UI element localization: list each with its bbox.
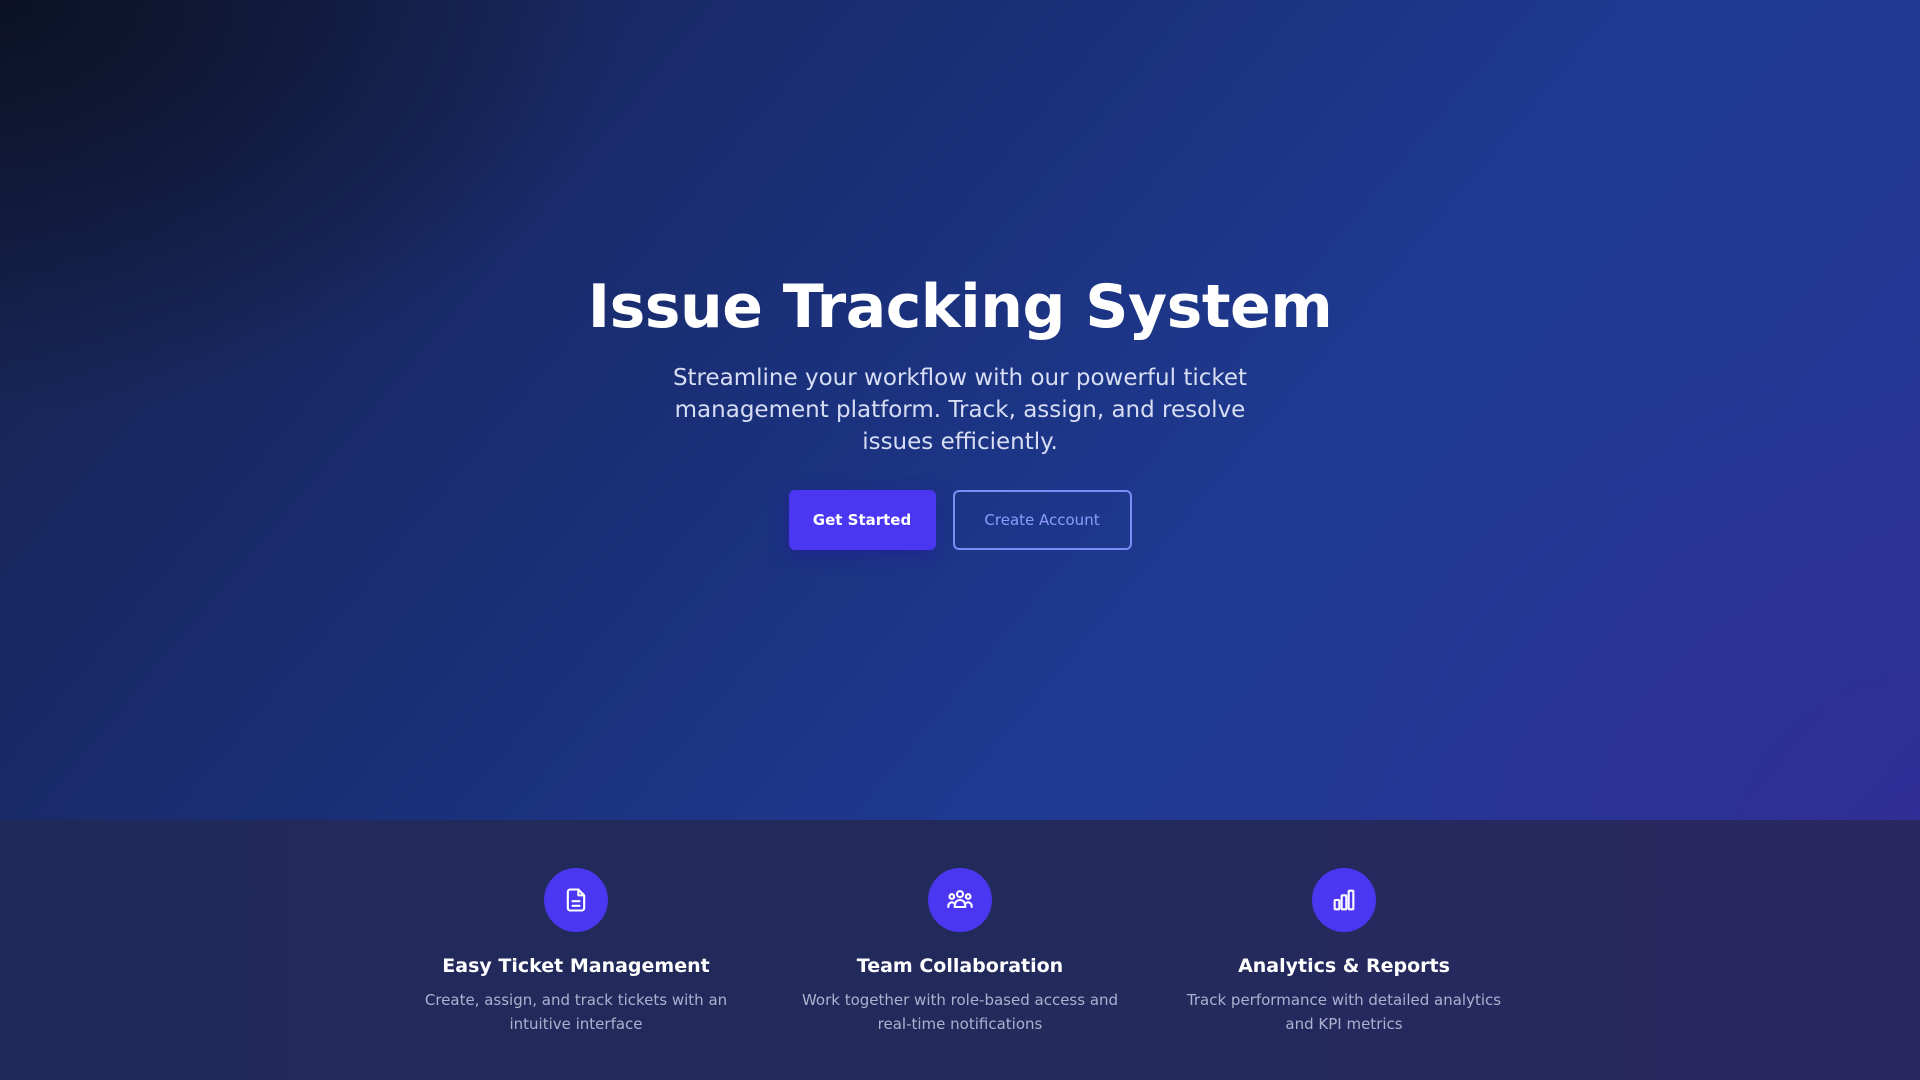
feature-ticket-management: Easy Ticket Management Create, assign, a… [396,868,756,1036]
feature-description: Work together with role-based access and… [801,991,1119,1033]
feature-team-collaboration: Team Collaboration Work together with ro… [780,868,1140,1036]
hero-content: Issue Tracking System Streamline your wo… [0,268,1920,550]
create-account-button[interactable]: Create Account [952,490,1132,550]
team-icon [928,868,992,932]
feature-title: Analytics & Reports [1238,955,1450,977]
hero-subtitle: Streamline your workflow with our powerf… [672,365,1248,455]
landing-page: Issue Tracking System Streamline your wo… [0,0,1920,1080]
bar-chart-icon [1312,868,1376,932]
feature-description: Create, assign, and track tickets with a… [424,991,728,1033]
document-icon [544,868,608,932]
hero-actions: Get Started Create Account [788,490,1132,550]
feature-title: Easy Ticket Management [442,955,710,977]
hero-title: Issue Tracking System [587,272,1333,342]
features-row: Easy Ticket Management Create, assign, a… [0,868,1920,1036]
features-section: Easy Ticket Management Create, assign, a… [0,820,1920,1080]
feature-description: Track performance with detailed analytic… [1186,991,1502,1033]
feature-title: Team Collaboration [856,955,1064,977]
feature-analytics-reports: Analytics & Reports Track performance wi… [1164,868,1524,1036]
hero-section: Issue Tracking System Streamline your wo… [0,0,1920,820]
get-started-button[interactable]: Get Started [788,490,936,550]
